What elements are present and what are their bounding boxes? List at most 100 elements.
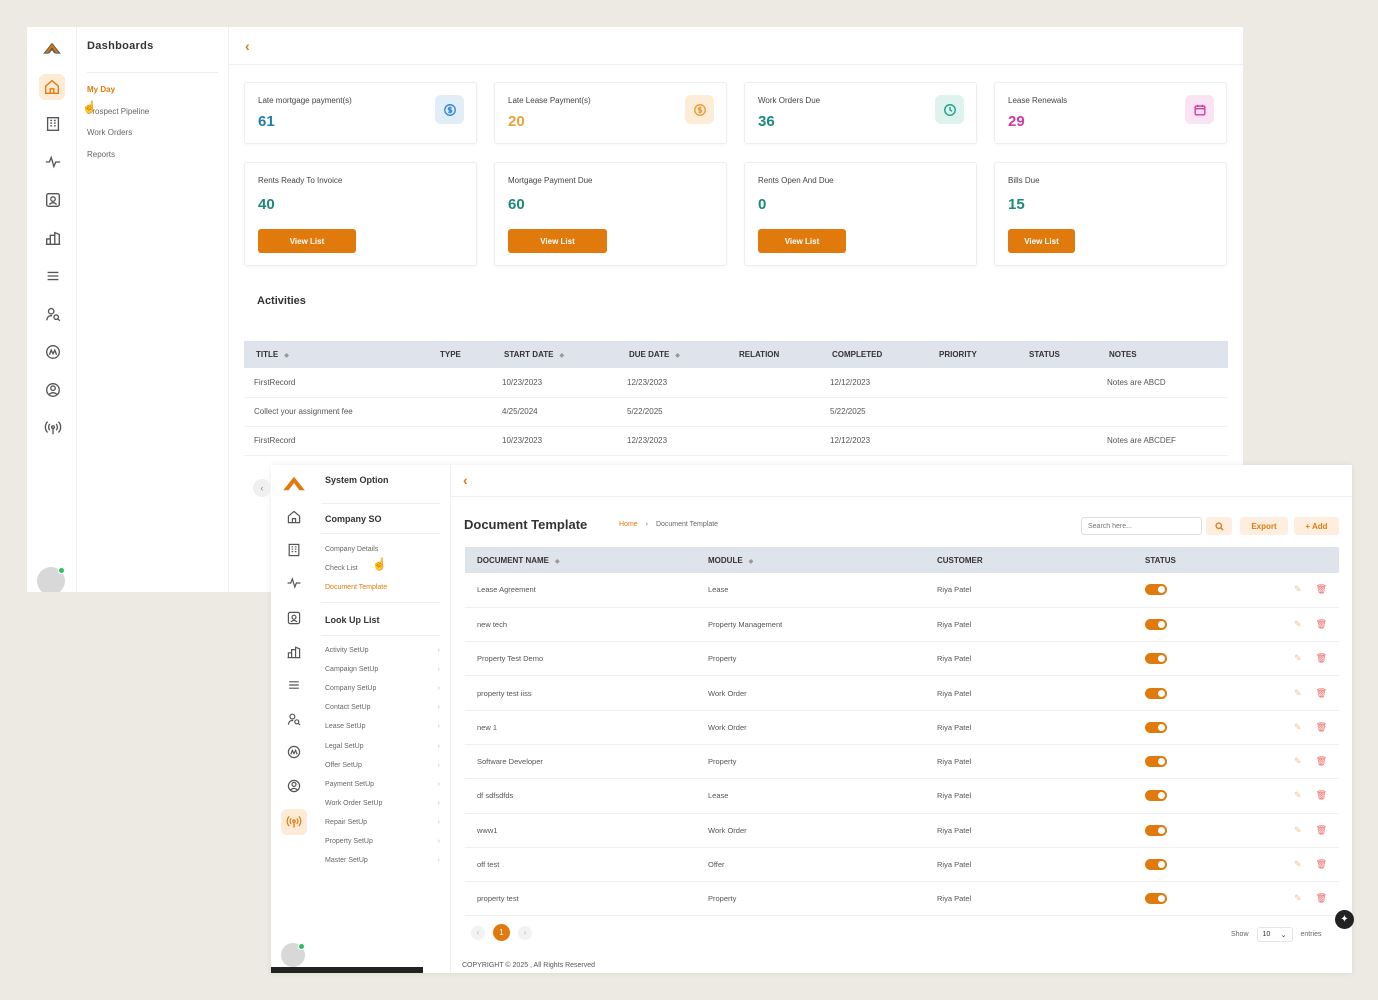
nav-lookup-item[interactable]: Activity SetUp ›: [325, 647, 440, 654]
table-row[interactable]: Software Developer Property Riya Patel ✎ 🗑: [465, 744, 1339, 780]
delete-trash-icon[interactable]: 🗑: [1316, 584, 1327, 595]
page-size-select[interactable]: 10 ⌄: [1256, 927, 1293, 942]
col-priority[interactable]: PRIORITY: [927, 341, 1017, 368]
table-row[interactable]: Lease Agreement Lease Riya Patel ✎ 🗑: [465, 573, 1339, 608]
col-document-name[interactable]: DOCUMENT NAME ◆: [465, 547, 696, 573]
assistant-fab-icon[interactable]: ✦: [1335, 910, 1354, 929]
edit-pencil-icon[interactable]: ✎: [1294, 653, 1302, 664]
table-row[interactable]: www1 Work Order Riya Patel ✎ 🗑: [465, 813, 1339, 848]
status-toggle[interactable]: [1145, 721, 1167, 733]
edit-pencil-icon[interactable]: ✎: [1294, 859, 1302, 870]
activity-icon[interactable]: [284, 573, 304, 593]
table-row[interactable]: property test iiss Work Order Riya Patel ✎ 🗑: [465, 675, 1339, 711]
col-notes[interactable]: NOTES: [1097, 341, 1228, 368]
edit-pencil-icon[interactable]: ✎: [1294, 790, 1302, 801]
building-icon[interactable]: [284, 540, 304, 560]
col-type[interactable]: TYPE: [428, 341, 492, 368]
user-search-icon[interactable]: [42, 303, 64, 325]
user-circle-icon[interactable]: [284, 776, 304, 796]
user-avatar[interactable]: [37, 567, 65, 592]
menu-my-day[interactable]: My Day: [87, 85, 115, 94]
nav-lookup-item[interactable]: Legal SetUp ›: [325, 743, 440, 750]
collapse-sidebar-icon[interactable]: ‹: [253, 479, 271, 497]
menu-reports[interactable]: Reports: [87, 150, 115, 159]
late-mortgage-card[interactable]: Late mortgage payment(s) 61: [244, 82, 477, 144]
col-title[interactable]: TITLE ◆: [244, 341, 428, 368]
table-row[interactable]: df sdfsdfds Lease Riya Patel ✎ 🗑: [465, 778, 1339, 814]
table-row[interactable]: new 1 Work Order Riya Patel ✎ 🗑: [465, 710, 1339, 745]
col-status[interactable]: STATUS: [1017, 341, 1097, 368]
broadcast-icon[interactable]: [42, 417, 64, 439]
home-icon[interactable]: [39, 74, 65, 100]
edit-pencil-icon[interactable]: ✎: [1294, 722, 1302, 733]
user-circle-icon[interactable]: [42, 379, 64, 401]
table-row[interactable]: off test Offer Riya Patel ✎ 🗑: [465, 847, 1339, 883]
gauge-icon[interactable]: [42, 341, 64, 363]
edit-pencil-icon[interactable]: ✎: [1294, 619, 1302, 630]
table-row[interactable]: Property Test Demo Property Riya Patel ✎ 🗑: [465, 641, 1339, 677]
next-page-icon[interactable]: ›: [518, 925, 532, 940]
back-chevron-icon[interactable]: ‹: [463, 472, 468, 488]
add-button[interactable]: + Add: [1294, 517, 1339, 535]
col-due-date[interactable]: DUE DATE ◆: [617, 341, 727, 368]
delete-trash-icon[interactable]: 🗑: [1316, 688, 1327, 699]
status-toggle[interactable]: [1145, 790, 1167, 802]
col-completed[interactable]: COMPLETED: [820, 341, 927, 368]
nav-lookup-item[interactable]: Contact SetUp ›: [325, 704, 440, 711]
delete-trash-icon[interactable]: 🗑: [1316, 756, 1327, 767]
prev-page-icon[interactable]: ‹: [471, 925, 485, 940]
contact-card-icon[interactable]: [284, 608, 304, 628]
view-list-button[interactable]: View List: [1008, 229, 1075, 253]
col-status[interactable]: STATUS: [1133, 547, 1233, 573]
table-row[interactable]: new tech Property Management Riya Patel ✎ 🗑: [465, 607, 1339, 643]
user-search-icon[interactable]: [284, 709, 304, 729]
delete-trash-icon[interactable]: 🗑: [1316, 722, 1327, 733]
nav-lookup-item[interactable]: Work Order SetUp ›: [325, 800, 440, 807]
late-lease-card[interactable]: Late Lease Payment(s) 20: [494, 82, 727, 144]
table-row[interactable]: FirstRecord 10/23/2023 12/23/2023 12/12/202…: [244, 368, 1228, 398]
nav-lookup-item[interactable]: Campaign SetUp ›: [325, 666, 440, 673]
delete-trash-icon[interactable]: 🗑: [1316, 790, 1327, 801]
nav-document-template[interactable]: Document Template: [325, 584, 440, 591]
status-toggle[interactable]: [1145, 687, 1167, 699]
search-button[interactable]: [1206, 517, 1232, 535]
col-relation[interactable]: RELATION: [727, 341, 820, 368]
delete-trash-icon[interactable]: 🗑: [1316, 893, 1327, 904]
nav-lookup-item[interactable]: Payment SetUp ›: [325, 781, 440, 788]
table-row[interactable]: Collect your assignment fee 4/25/2024 5/22…: [244, 397, 1228, 427]
nav-lookup-item[interactable]: Property SetUp ›: [325, 838, 440, 845]
menu-work-orders[interactable]: Work Orders: [87, 128, 132, 137]
col-module[interactable]: MODULE ◆: [696, 547, 925, 573]
status-toggle[interactable]: [1145, 859, 1167, 871]
gauge-icon[interactable]: [284, 742, 304, 762]
list-icon[interactable]: [284, 675, 304, 695]
list-icon[interactable]: [42, 265, 64, 287]
user-avatar[interactable]: [281, 943, 305, 967]
activity-icon[interactable]: [42, 151, 64, 173]
status-toggle[interactable]: [1145, 618, 1167, 630]
edit-pencil-icon[interactable]: ✎: [1294, 688, 1302, 699]
delete-trash-icon[interactable]: 🗑: [1316, 825, 1327, 836]
building-icon[interactable]: [42, 113, 64, 135]
nav-lookup-item[interactable]: Repair SetUp ›: [325, 819, 440, 826]
view-list-button[interactable]: View List: [508, 229, 607, 253]
col-start-date[interactable]: START DATE ◆: [492, 341, 617, 368]
brand-logo-icon[interactable]: [281, 473, 307, 493]
delete-trash-icon[interactable]: 🗑: [1316, 653, 1327, 664]
contact-card-icon[interactable]: [42, 189, 64, 211]
chart-building-icon[interactable]: [42, 227, 64, 249]
nav-lookup-item[interactable]: Lease SetUp ›: [325, 723, 440, 730]
view-list-button[interactable]: View List: [758, 229, 846, 253]
broadcast-icon[interactable]: [281, 809, 307, 835]
lease-renewals-card[interactable]: Lease Renewals 29: [994, 82, 1227, 144]
page-number[interactable]: 1: [493, 924, 510, 941]
work-orders-due-card[interactable]: Work Orders Due 36: [744, 82, 977, 144]
col-customer[interactable]: CUSTOMER: [925, 547, 1133, 573]
edit-pencil-icon[interactable]: ✎: [1294, 584, 1302, 595]
nav-lookup-item[interactable]: Company SetUp ›: [325, 685, 440, 692]
table-row[interactable]: FirstRecord 10/23/2023 12/23/2023 12/12/202…: [244, 426, 1228, 456]
back-chevron-icon[interactable]: ‹: [245, 38, 250, 54]
nav-company-details[interactable]: Company Details: [325, 546, 440, 553]
edit-pencil-icon[interactable]: ✎: [1294, 893, 1302, 904]
nav-lookup-item[interactable]: Offer SetUp ›: [325, 762, 440, 769]
